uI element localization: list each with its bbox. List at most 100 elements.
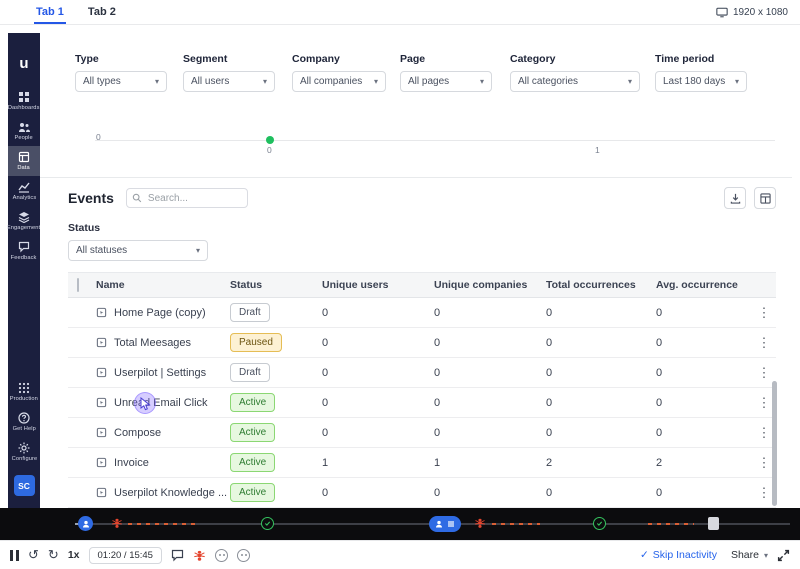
table-scrollbar[interactable] — [772, 381, 777, 506]
filter-label: Page — [400, 53, 426, 65]
tab-1[interactable]: Tab 1 — [34, 0, 66, 24]
comments-button[interactable] — [171, 549, 184, 562]
errors-filter-button[interactable] — [193, 549, 206, 562]
table-row[interactable]: Compose Active 0 0 0 0 ⋮ — [68, 418, 776, 448]
emoji-button[interactable] — [236, 548, 250, 562]
sidebar-item-feedback[interactable]: Feedback — [8, 236, 40, 266]
sidebar-label: Dashboards — [8, 105, 40, 111]
status-badge: Active — [230, 393, 276, 412]
event-icon — [96, 487, 107, 498]
row-menu-button[interactable]: ⋮ — [752, 366, 776, 379]
event-icon — [96, 457, 107, 468]
events-title: Events — [68, 190, 114, 206]
timeline-error-marker[interactable] — [111, 517, 123, 529]
event-name[interactable]: Unread Email Click — [114, 397, 208, 409]
timeline-success-marker[interactable] — [261, 517, 274, 530]
timeline-success-marker[interactable] — [593, 517, 606, 530]
filter-value: All users — [191, 76, 230, 87]
skip-back-button[interactable]: ↺ — [28, 547, 39, 563]
row-menu-button[interactable]: ⋮ — [752, 336, 776, 349]
tab-1-label: Tab 1 — [36, 6, 64, 18]
filter-label: Time period — [655, 53, 715, 65]
ant-icon — [194, 550, 205, 561]
event-name[interactable]: Invoice — [114, 457, 149, 469]
chevron-down-icon: ▾ — [627, 77, 632, 86]
table-row[interactable]: Unread Email Click Active 0 0 0 0 ⋮ — [68, 388, 776, 418]
playback-speed-button[interactable]: 1x — [68, 549, 80, 561]
table-row[interactable]: Userpilot | Settings Draft 0 0 0 0 ⋮ — [68, 358, 776, 388]
chevron-down-icon: ▾ — [763, 550, 768, 560]
filter-type-select[interactable]: All types ▾ — [75, 71, 167, 92]
filter-time-period-select[interactable]: Last 180 days ▾ — [655, 71, 747, 92]
engagement-icon — [18, 212, 30, 223]
cell-unique-companies: 0 — [434, 336, 441, 349]
events-actions — [724, 187, 776, 209]
fullscreen-button[interactable] — [777, 549, 790, 562]
timeline-note-marker[interactable] — [708, 517, 719, 530]
event-name[interactable]: Total Meesages — [114, 337, 191, 349]
cell-unique-users: 0 — [322, 366, 329, 379]
select-all-checkbox[interactable] — [77, 278, 79, 292]
row-menu-button[interactable]: ⋮ — [752, 306, 776, 319]
cell-avg-occurrence: 0 — [656, 306, 663, 319]
table-row[interactable]: Total Meesages Paused 0 0 0 0 ⋮ — [68, 328, 776, 358]
table-row[interactable]: Invoice Active 1 1 2 2 ⋮ — [68, 448, 776, 478]
chevron-down-icon: ▾ — [734, 77, 739, 86]
sidebar-item-get-help[interactable]: Get Help — [8, 407, 40, 437]
player-controls: ↺ ↻ 1x 01:20 / 15:45 ✓ Skip Inactivity S… — [0, 540, 800, 569]
filter-category-select[interactable]: All categories ▾ — [510, 71, 640, 92]
feedback-icon — [18, 241, 30, 253]
status-filter-select[interactable]: All statuses ▾ — [68, 240, 208, 261]
pause-button[interactable] — [10, 549, 19, 561]
status-badge: Draft — [230, 303, 270, 322]
event-name[interactable]: Userpilot Knowledge ... — [114, 487, 227, 499]
timeline-event-marker[interactable] — [78, 516, 93, 531]
sidebar-label: Analytics — [12, 195, 36, 201]
player-topbar: Tab 1 Tab 2 1920 x 1080 — [0, 0, 800, 25]
sidebar-item-production[interactable]: Production — [8, 377, 40, 407]
download-button[interactable] — [724, 187, 746, 209]
event-name[interactable]: Compose — [114, 427, 161, 439]
columns-button[interactable] — [754, 187, 776, 209]
cell-unique-companies: 1 — [434, 456, 441, 469]
sidebar-item-dashboards[interactable]: Dashboards — [8, 86, 40, 116]
filter-page-select[interactable]: All pages ▾ — [400, 71, 492, 92]
user-avatar[interactable]: SC — [13, 475, 35, 496]
download-icon — [730, 193, 740, 204]
replay-timeline[interactable] — [0, 508, 800, 540]
ant-icon — [112, 518, 122, 528]
status-badge: Paused — [230, 333, 282, 352]
sidebar-item-engagement[interactable]: Engagement — [7, 206, 41, 236]
userpilot-logo: u — [19, 55, 29, 72]
timeline-inactivity-segment — [128, 523, 198, 525]
filter-segment-select[interactable]: All users ▾ — [183, 71, 275, 92]
share-button[interactable]: Share ▾ — [726, 549, 768, 561]
reaction-button[interactable] — [214, 548, 228, 562]
skip-forward-button[interactable]: ↻ — [48, 547, 59, 563]
app-main: Type All types ▾ Segment All users ▾ Compa… — [40, 25, 792, 508]
cell-avg-occurrence: 0 — [656, 426, 663, 439]
table-row[interactable]: Home Page (copy) Draft 0 0 0 0 ⋮ — [68, 298, 776, 328]
event-name[interactable]: Userpilot | Settings — [114, 367, 206, 379]
help-icon — [18, 412, 30, 424]
sidebar-item-people[interactable]: People — [8, 116, 40, 146]
sidebar-item-configure[interactable]: Configure — [8, 437, 40, 467]
tab-2[interactable]: Tab 2 — [86, 0, 118, 24]
timeline-event-group-marker[interactable] — [429, 516, 461, 532]
session-replay-screen: Tab 1 Tab 2 1920 x 1080 u Dashboards Peo… — [0, 0, 800, 569]
cell-total-occurrences: 0 — [546, 366, 553, 379]
filter-company-select[interactable]: All companies ▾ — [292, 71, 386, 92]
search-input[interactable] — [125, 188, 248, 209]
col-total-occurrences: Total occurrences — [546, 279, 636, 291]
sidebar-item-data[interactable]: Data — [8, 146, 40, 176]
event-name[interactable]: Home Page (copy) — [114, 307, 206, 319]
cell-unique-users: 0 — [322, 426, 329, 439]
chart-x-tick-1: 1 — [595, 145, 600, 155]
skip-inactivity-toggle[interactable]: ✓ Skip Inactivity — [640, 549, 717, 561]
filter-company: Company All companies ▾ — [292, 53, 386, 92]
sidebar-label: Engagement — [7, 225, 41, 231]
table-row[interactable]: Userpilot Knowledge ... Active 0 0 0 0 ⋮ — [68, 478, 776, 508]
sidebar-item-analytics[interactable]: Analytics — [8, 176, 40, 206]
timeline-error-marker[interactable] — [474, 517, 486, 529]
resolution-indicator: 1920 x 1080 — [716, 0, 788, 24]
